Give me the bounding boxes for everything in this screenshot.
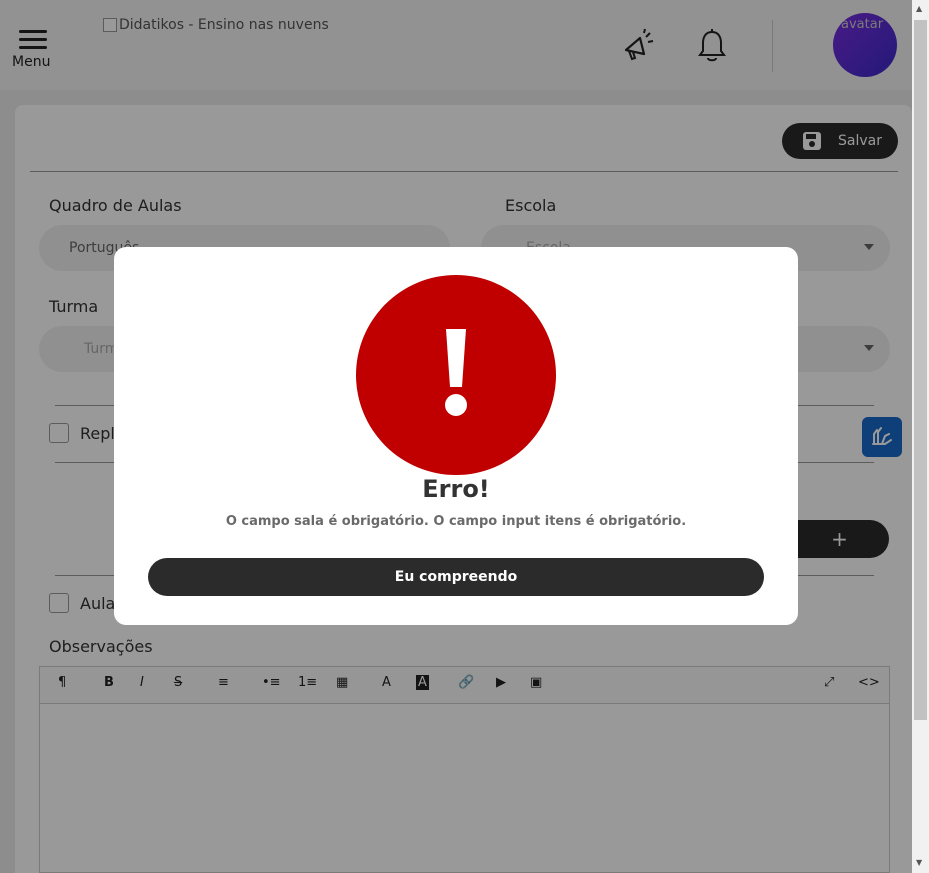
scroll-down-icon[interactable]: ▼ — [916, 858, 922, 867]
error-title: Erro! — [422, 475, 490, 503]
confirm-button[interactable]: Eu compreendo — [148, 558, 764, 596]
exclamation-icon — [356, 275, 556, 475]
scroll-up-icon[interactable]: ▲ — [916, 4, 922, 13]
scrollbar-thumb[interactable] — [914, 20, 927, 720]
vertical-scrollbar[interactable]: ▲ ▼ — [912, 0, 929, 873]
error-dialog: Erro! O campo sala é obrigatório. O camp… — [114, 247, 798, 625]
error-message: O campo sala é obrigatório. O campo inpu… — [225, 514, 687, 529]
